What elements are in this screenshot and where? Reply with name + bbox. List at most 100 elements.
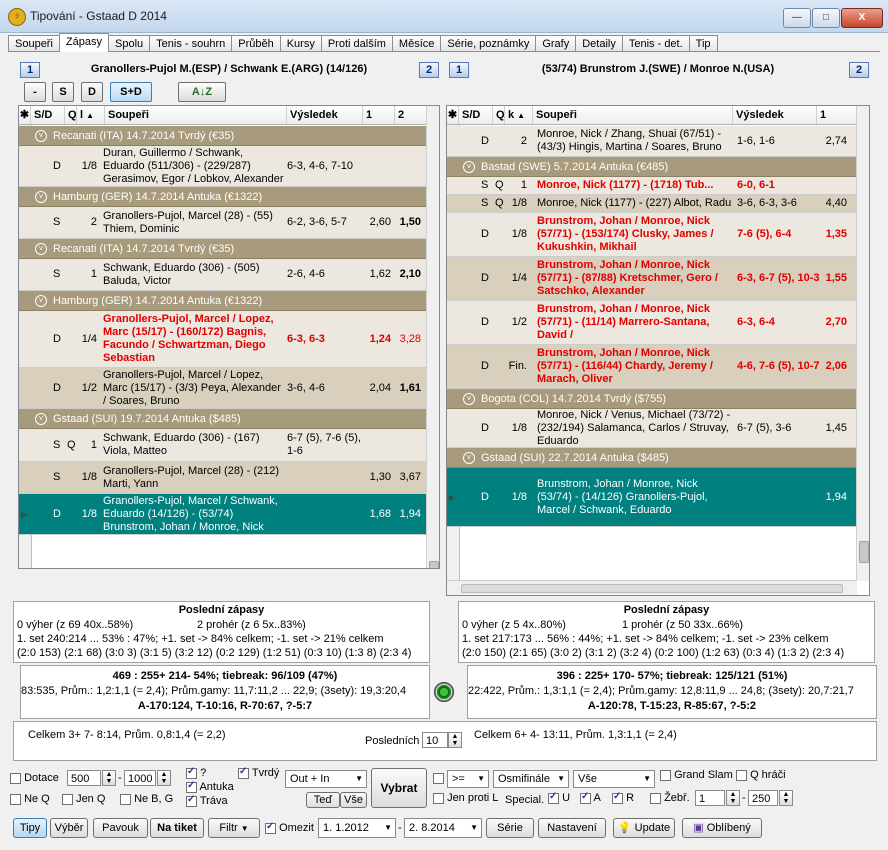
right-scroll-thumb[interactable] xyxy=(859,541,869,563)
col-result[interactable]: Výsledek xyxy=(287,106,363,124)
a-check[interactable]: A xyxy=(580,791,601,804)
match-row[interactable]: D 2 Monroe, Nick / Zhang, Shuai (67/51) - … xyxy=(447,126,857,157)
tab-0[interactable]: Soupeři xyxy=(8,35,60,52)
match-row[interactable]: S Q 1 Monroe, Nick (1177) - (1718) Tub... 6-… xyxy=(447,177,857,195)
neq-checkbox[interactable] xyxy=(10,793,21,805)
tab-3[interactable]: Tenis - souhrn xyxy=(149,35,233,52)
compare-target-icon[interactable] xyxy=(434,682,454,702)
filter-doubles-button[interactable]: D xyxy=(81,82,103,102)
vyber-button[interactable]: Výběr xyxy=(50,818,88,838)
tab-8[interactable]: Série, poznámky xyxy=(440,35,537,52)
match-row[interactable]: S Q 1/8 Monroe, Nick (1177) - (227) Albot, … xyxy=(447,195,857,213)
u-checkbox[interactable] xyxy=(548,791,559,804)
dotace-checkbox[interactable] xyxy=(10,772,21,784)
match-row[interactable]: D 1/8 Monroe, Nick / Venus, Michael (73/72… xyxy=(447,409,857,448)
filter-singles-doubles-button[interactable]: S+D xyxy=(110,82,152,102)
left-player2-button[interactable]: 2 xyxy=(419,62,439,78)
tournament-group-row[interactable]: ˅ Recanati (ITA) 14.7.2014 Tvrdý (€35) xyxy=(19,239,427,259)
match-row[interactable]: D 1/4 Granollers-Pujol, Marcel / Lopez, Ma… xyxy=(19,311,427,368)
collapse-icon[interactable]: ˅ xyxy=(463,452,475,464)
collapse-icon[interactable]: ˅ xyxy=(35,413,47,425)
zebr-from-spinner[interactable]: ▲ ▼ xyxy=(726,790,740,806)
match-row[interactable]: S Q 1 Schwank, Eduardo (306) - (167) Viola,… xyxy=(19,429,427,462)
a-checkbox[interactable] xyxy=(580,791,591,804)
maximize-button[interactable]: □ xyxy=(812,8,840,28)
right-player1-button[interactable]: 1 xyxy=(449,62,469,78)
r-check[interactable]: R xyxy=(612,791,634,804)
dotace-check[interactable]: Dotace xyxy=(10,772,59,784)
close-button[interactable]: X xyxy=(841,8,883,28)
collapse-icon[interactable]: ˅ xyxy=(35,295,47,307)
tvrdy-checkbox[interactable] xyxy=(238,766,249,779)
cmp-checkbox[interactable] xyxy=(433,772,444,784)
col-odds2[interactable]: 2 xyxy=(395,106,427,124)
neq-check[interactable]: Ne Q xyxy=(10,793,50,805)
col-opponents[interactable]: Soupeři xyxy=(105,106,287,124)
update-button[interactable]: 💡 Update xyxy=(613,818,675,838)
surface-unknown-checkbox[interactable] xyxy=(186,766,197,779)
zebr-to-spinner[interactable]: ▲ ▼ xyxy=(779,790,793,806)
trava-checkbox[interactable] xyxy=(186,794,197,807)
collapse-icon[interactable]: ˅ xyxy=(463,161,475,173)
na-tiket-button[interactable]: Na tiket xyxy=(150,818,204,838)
tab-1[interactable]: Zápasy xyxy=(58,33,109,52)
zebr-to-input[interactable]: 250 xyxy=(748,790,778,806)
jenq-check[interactable]: Jen Q xyxy=(62,793,105,805)
nebg-check[interactable]: Ne B, G xyxy=(120,793,173,805)
oblibeny-button[interactable]: ▣ Oblíbený xyxy=(682,818,762,838)
vse-select[interactable]: Vše ▼ xyxy=(573,770,655,788)
col-odds1[interactable]: 1 xyxy=(363,106,395,124)
posledni-spinner[interactable]: ▲ ▼ xyxy=(448,732,462,748)
match-row[interactable]: D 1/2 Brunstrom, Johan / Monroe, Nick (57/… xyxy=(447,301,857,345)
trava-check[interactable]: Tráva xyxy=(186,794,228,807)
tab-2[interactable]: Spolu xyxy=(108,35,151,52)
col-round[interactable]: l ▲ xyxy=(77,106,105,124)
col-sd-right[interactable]: S/D xyxy=(459,106,493,124)
tournament-group-row[interactable]: ˅ Hamburg (GER) 14.7.2014 Antuka (€1322) xyxy=(19,291,427,311)
vse-button[interactable]: Vše xyxy=(340,792,367,808)
filtr-button[interactable]: Filtr ▼ xyxy=(208,818,260,838)
zebr-checkbox[interactable] xyxy=(650,792,661,804)
match-row[interactable]: ▶ D 1/8 Brunstrom, Johan / Monroe, Nick (53… xyxy=(447,468,857,527)
collapse-icon[interactable]: ˅ xyxy=(35,130,47,142)
date-to-picker[interactable]: 2. 8.2014 ▼ xyxy=(404,818,482,838)
q-hraci-checkbox[interactable] xyxy=(736,769,747,781)
col-opponents-right[interactable]: Soupeři xyxy=(533,106,733,124)
tab-9[interactable]: Grafy xyxy=(535,35,577,52)
tipy-button[interactable]: Tipy xyxy=(13,818,47,838)
compare-select[interactable]: >= ▼ xyxy=(447,770,489,788)
left-player1-button[interactable]: 1 xyxy=(20,62,40,78)
zebr-from-input[interactable]: 1 xyxy=(695,790,725,806)
left-matches-grid[interactable]: ✱ S/D Q l ▲ Soupeři Výsledek 1 2 ˅ Recanat… xyxy=(18,105,440,569)
left-scroll-thumb[interactable] xyxy=(429,561,439,568)
collapse-icon[interactable]: ˅ xyxy=(35,243,47,255)
pavouk-button[interactable]: Pavouk xyxy=(93,818,148,838)
dotace-to-input[interactable]: 1000 xyxy=(124,770,156,786)
tab-10[interactable]: Detaily xyxy=(575,35,623,52)
tab-4[interactable]: Průběh xyxy=(231,35,281,52)
nebg-checkbox[interactable] xyxy=(120,793,131,805)
col-round-right[interactable]: k ▲ xyxy=(505,106,533,124)
right-hscroll-thumb[interactable] xyxy=(461,584,843,593)
tournament-group-row[interactable]: ˅ Gstaad (SUI) 22.7.2014 Antuka ($485) xyxy=(447,448,857,468)
jen-proti-l-checkbox[interactable] xyxy=(433,792,444,804)
nastaveni-button[interactable]: Nastavení xyxy=(538,818,606,838)
cmp-check[interactable] xyxy=(433,772,444,784)
tab-6[interactable]: Proti dalším xyxy=(320,35,393,52)
q-hraci-check[interactable]: Q hráči xyxy=(736,769,786,781)
inout-select[interactable]: Out + In ▼ xyxy=(285,770,367,788)
right-vertical-scrollbar[interactable] xyxy=(856,106,869,581)
tournament-group-row[interactable]: ˅ Hamburg (GER) 14.7.2014 Antuka (€1322) xyxy=(19,187,427,207)
match-row[interactable]: D 1/8 Duran, Guillermo / Schwank, Eduardo … xyxy=(19,146,427,187)
omezit-check[interactable]: Omezit xyxy=(265,821,314,834)
jen-proti-l-check[interactable]: Jen proti L xyxy=(433,792,498,804)
date-from-picker[interactable]: 1. 1.2012 ▼ xyxy=(318,818,396,838)
match-row[interactable]: D 1/8 Brunstrom, Johan / Monroe, Nick (57/… xyxy=(447,213,857,257)
filter-minus-button[interactable]: - xyxy=(24,82,46,102)
tournament-group-row[interactable]: ˅ Recanati (ITA) 14.7.2014 Tvrdý (€35) xyxy=(19,126,427,146)
tab-7[interactable]: Měsíce xyxy=(391,35,442,52)
right-horizontal-scrollbar[interactable] xyxy=(447,580,857,595)
jenq-checkbox[interactable] xyxy=(62,793,73,805)
right-matches-grid[interactable]: ✱ S/D Q k ▲ Soupeři Výsledek 1 D 2 Monroe, … xyxy=(446,105,870,596)
tournament-group-row[interactable]: ˅ Bogota (COL) 14.7.2014 Tvrdý ($755) xyxy=(447,389,857,409)
